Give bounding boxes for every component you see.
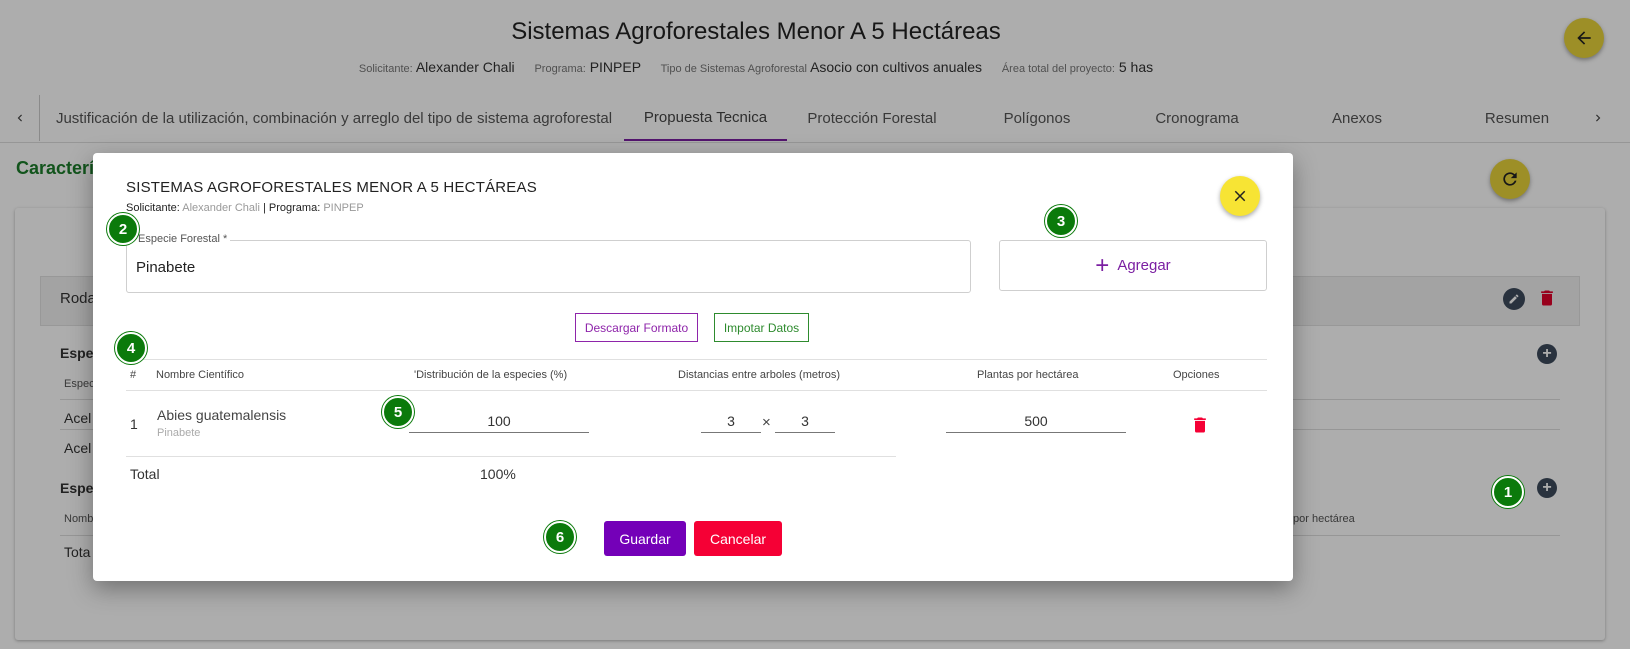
plants-per-hectare-input[interactable] (946, 409, 1126, 433)
distance-a-input[interactable] (701, 409, 761, 433)
import-data-button[interactable]: Impotar Datos (714, 313, 809, 342)
step-marker-3: 3 (1045, 205, 1077, 237)
times-sign: × (762, 414, 771, 431)
total-value: 100% (480, 466, 516, 482)
col-scientific-name: Nombre Científico (156, 369, 245, 381)
dialog-title: SISTEMAS AGROFORESTALES MENOR A 5 HECTÁR… (126, 179, 537, 196)
distance-b-input[interactable] (775, 409, 835, 433)
distribution-input[interactable] (409, 409, 589, 433)
save-button[interactable]: Guardar (604, 521, 686, 556)
trash-icon (1194, 417, 1206, 433)
step-marker-4: 4 (115, 332, 147, 364)
step-marker-1: 1 (1492, 476, 1524, 508)
dialog-subtitle: Solicitante: Alexander Chali | Programa:… (126, 202, 364, 214)
add-species-button[interactable]: + Agregar (999, 240, 1267, 291)
download-format-button[interactable]: Descargar Formato (575, 313, 698, 342)
row-common-name: Pinabete (157, 427, 201, 439)
row-scientific-name: Abies guatemalensis (157, 407, 287, 423)
species-table-header: # Nombre Científico 'Distribución de la … (126, 359, 1267, 391)
species-dialog: SISTEMAS AGROFORESTALES MENOR A 5 HECTÁR… (93, 153, 1293, 581)
solicitante-value: Alexander Chali (182, 202, 260, 214)
col-index: # (130, 369, 137, 381)
programa-value: PINPEP (323, 202, 364, 214)
cancel-button[interactable]: Cancelar (694, 521, 782, 556)
close-icon (1234, 190, 1246, 202)
col-distances: Distancias entre arboles (metros) (678, 369, 841, 381)
step-marker-2: 2 (107, 213, 139, 245)
total-divider (126, 456, 896, 457)
total-label: Total (130, 466, 160, 482)
especie-forestal-input[interactable] (136, 255, 936, 279)
delete-row-button[interactable] (1189, 413, 1211, 437)
col-options: Opciones (1173, 369, 1220, 381)
step-marker-5: 5 (382, 396, 414, 428)
add-species-label: Agregar (1117, 257, 1171, 274)
row-index: 1 (130, 416, 138, 432)
close-dialog-button[interactable] (1220, 176, 1260, 216)
programa-key: Programa: (268, 202, 321, 214)
especie-forestal-field: Especie Forestal * (126, 233, 971, 293)
plus-icon: + (1095, 251, 1110, 279)
step-marker-6: 6 (544, 521, 576, 553)
especie-forestal-label: Especie Forestal * (135, 233, 231, 245)
col-distribution: 'Distribución de la especies (%) (414, 369, 568, 381)
subtitle-separator: | (262, 202, 266, 214)
col-plants-per-hectare: Plantas por hectárea (977, 369, 1079, 381)
solicitante-key: Solicitante: (126, 202, 180, 214)
